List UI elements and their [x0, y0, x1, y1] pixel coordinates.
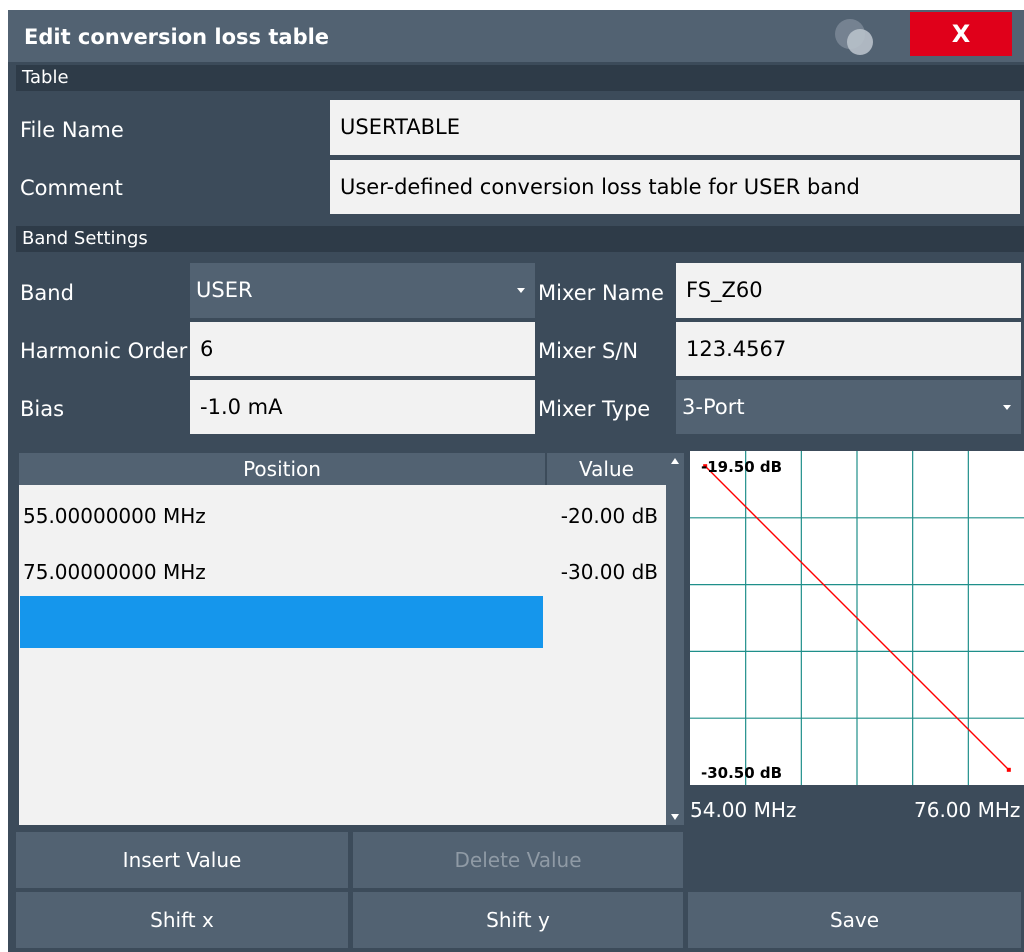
position-column-header[interactable]: Position: [19, 453, 545, 485]
band-dropdown[interactable]: USER: [190, 263, 535, 318]
table-header: Position Value: [19, 453, 666, 485]
comment-field[interactable]: User-defined conversion loss table for U…: [330, 160, 1020, 214]
selected-empty-row[interactable]: [20, 596, 543, 648]
band-label: Band: [20, 281, 74, 305]
save-button[interactable]: Save: [688, 892, 1021, 948]
mixer-type-label: Mixer Type: [538, 397, 651, 421]
mixer-type-dropdown-value: 3-Port: [682, 395, 745, 419]
scroll-down-icon[interactable]: [671, 814, 679, 820]
delete-value-button[interactable]: Delete Value: [353, 832, 683, 888]
y-bottom-tick-label: -30.50 dB: [701, 764, 782, 782]
mixer-sn-label: Mixer S/N: [538, 339, 639, 363]
brand-logo-icon: [835, 19, 873, 55]
file-name-field[interactable]: USERTABLE: [330, 100, 1020, 155]
table-section-header: Table: [16, 65, 1024, 91]
shift-x-button[interactable]: Shift x: [16, 892, 348, 948]
chevron-down-icon: [517, 288, 525, 293]
data-point: [1006, 767, 1011, 772]
insert-value-button[interactable]: Insert Value: [16, 832, 348, 888]
y-top-tick-label: -19.50 dB: [701, 458, 782, 476]
scroll-up-icon[interactable]: [671, 458, 679, 464]
mixer-name-field[interactable]: FS_Z60: [676, 263, 1021, 318]
bias-label: Bias: [20, 397, 65, 421]
mixer-sn-field[interactable]: 123.4567: [676, 322, 1021, 376]
row-value: -30.00 dB: [560, 560, 658, 584]
shift-y-button[interactable]: Shift y: [353, 892, 683, 948]
title-bar: Edit conversion loss table X: [8, 10, 1024, 62]
conversion-loss-table: Position Value 55.00000000 MHz -20.00 dB…: [19, 453, 666, 825]
edit-conversion-loss-dialog: Edit conversion loss table X Table File …: [8, 10, 1024, 952]
mixer-name-label: Mixer Name: [538, 281, 664, 305]
dialog-title: Edit conversion loss table: [24, 25, 330, 49]
harmonic-order-label: Harmonic Order: [20, 339, 188, 363]
row-value: -20.00 dB: [560, 504, 658, 528]
x-left-tick-label: 54.00 MHz: [690, 798, 797, 822]
table-scrollbar[interactable]: [666, 453, 684, 825]
comment-label: Comment: [20, 176, 123, 200]
band-settings-header: Band Settings: [16, 226, 1024, 252]
value-column-header[interactable]: Value: [547, 453, 666, 485]
band-dropdown-value: USER: [196, 278, 253, 302]
harmonic-order-field[interactable]: 6: [190, 322, 535, 376]
close-button[interactable]: X: [910, 12, 1012, 56]
mixer-type-dropdown[interactable]: 3-Port: [676, 380, 1021, 434]
file-name-label: File Name: [20, 118, 124, 142]
row-position: 55.00000000 MHz: [23, 504, 206, 528]
row-position: 75.00000000 MHz: [23, 560, 206, 584]
chevron-down-icon: [1003, 405, 1011, 410]
conversion-loss-chart: -19.50 dB -30.50 dB: [690, 451, 1024, 785]
x-right-tick-label: 76.00 MHz: [914, 798, 1021, 822]
bias-field[interactable]: -1.0 mA: [190, 380, 535, 434]
